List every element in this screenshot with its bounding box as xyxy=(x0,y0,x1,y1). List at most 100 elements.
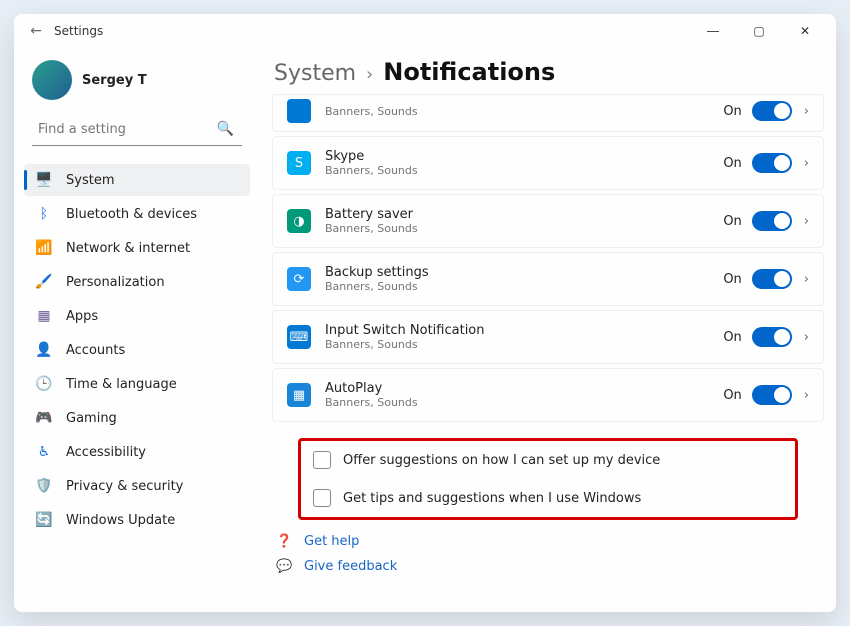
sidebar-item-apps[interactable]: ▦ Apps xyxy=(24,300,250,332)
bluetooth-icon: ᛒ xyxy=(34,204,54,224)
nav: 🖥️ System ᛒ Bluetooth & devices 📶 Network &… xyxy=(24,164,250,536)
checkbox-icon xyxy=(313,451,331,469)
help-links: ❓ Get help 💬 Give feedback xyxy=(276,534,824,574)
sidebar-item-accounts[interactable]: 👤Accounts xyxy=(24,334,250,366)
apps-icon: ▦ xyxy=(34,306,54,326)
sidebar-item-label: System xyxy=(66,173,114,188)
sidebar-item-label: Privacy & security xyxy=(66,479,183,494)
sidebar-item-label: Network & internet xyxy=(66,241,190,256)
toggle-switch[interactable] xyxy=(752,211,792,231)
sidebar-item-personalization[interactable]: 🖌️ Personalization xyxy=(24,266,250,298)
window-title: Settings xyxy=(54,24,103,38)
toggle-switch[interactable] xyxy=(752,101,792,121)
brush-icon: 🖌️ xyxy=(34,272,54,292)
sidebar-item-label: Time & language xyxy=(66,377,177,392)
toggle-state: On xyxy=(723,214,741,229)
app-text: SkypeBanners, Sounds xyxy=(325,149,723,177)
app-title: Input Switch Notification xyxy=(325,323,723,338)
app-text: AutoPlayBanners, Sounds xyxy=(325,381,723,409)
toggle-switch[interactable] xyxy=(752,269,792,289)
chevron-right-icon: › xyxy=(804,214,809,229)
gaming-icon: 🎮 xyxy=(34,408,54,428)
feedback-icon: 💬 xyxy=(276,559,294,574)
app-sub: Banners, Sounds xyxy=(325,396,723,409)
app-row[interactable]: S SkypeBanners, SoundsOn › xyxy=(272,136,824,190)
chevron-right-icon: › xyxy=(804,156,809,171)
sidebar-item-gaming[interactable]: 🎮Gaming xyxy=(24,402,250,434)
checkbox-label: Offer suggestions on how I can set up my… xyxy=(343,453,660,468)
maximize-button[interactable]: ▢ xyxy=(736,15,782,47)
app-row[interactable]: ▦AutoPlayBanners, SoundsOn› xyxy=(272,368,824,422)
sidebar-item-label: Windows Update xyxy=(66,513,175,528)
get-help-link[interactable]: ❓ Get help xyxy=(276,534,824,549)
app-title: Battery saver xyxy=(325,207,723,222)
breadcrumb: System › Notifications xyxy=(274,58,824,86)
app-title: Skype xyxy=(325,149,723,164)
sidebar-item-label: Personalization xyxy=(66,275,165,290)
toggle-state: On xyxy=(723,330,741,345)
chevron-right-icon: › xyxy=(804,388,809,403)
chevron-right-icon: › xyxy=(804,330,809,345)
toggle-switch[interactable] xyxy=(752,153,792,173)
sidebar-item-privacy[interactable]: 🛡️Privacy & security xyxy=(24,470,250,502)
app-icon xyxy=(287,99,311,123)
sidebar-item-windows-update[interactable]: 🔄 Windows Update xyxy=(24,504,250,536)
app-text: Input Switch NotificationBanners, Sounds xyxy=(325,323,723,351)
settings-window: ← Settings ― ▢ ✕ Sergey T 🔍 🖥️ System ᛒ Bl… xyxy=(14,14,836,612)
sidebar-item-label: Accessibility xyxy=(66,445,146,460)
app-icon: ⌨ xyxy=(287,325,311,349)
sidebar-item-bluetooth[interactable]: ᛒ Bluetooth & devices xyxy=(24,198,250,230)
app-sub: Banners, Sounds xyxy=(325,338,723,351)
minimize-button[interactable]: ― xyxy=(690,15,736,47)
search-icon: 🔍 xyxy=(217,121,234,137)
app-icon: ◑ xyxy=(287,209,311,233)
link-label: Get help xyxy=(304,534,359,549)
app-sub: Banners, Sounds xyxy=(325,164,723,177)
sidebar-item-accessibility[interactable]: ♿Accessibility xyxy=(24,436,250,468)
app-sub: Banners, Sounds xyxy=(325,105,723,118)
highlighted-box: Offer suggestions on how I can set up my… xyxy=(298,438,798,520)
app-icon: ▦ xyxy=(287,383,311,407)
system-icon: 🖥️ xyxy=(34,170,54,190)
app-icon: ⟳ xyxy=(287,267,311,291)
app-row[interactable]: ◑ Battery saverBanners, SoundsOn › xyxy=(272,194,824,248)
username: Sergey T xyxy=(82,73,147,88)
toggle-state: On xyxy=(723,272,741,287)
app-text: Battery saverBanners, Sounds xyxy=(325,207,723,235)
wifi-icon: 📶 xyxy=(34,238,54,258)
checkbox-setup-suggestions[interactable]: Offer suggestions on how I can set up my… xyxy=(313,451,783,469)
app-list: Banners, SoundsOn›SSkypeBanners, SoundsO… xyxy=(272,94,824,422)
app-title: AutoPlay xyxy=(325,381,723,396)
close-button[interactable]: ✕ xyxy=(782,15,828,47)
sidebar-item-system[interactable]: 🖥️ System xyxy=(24,164,250,196)
back-button[interactable]: ← xyxy=(22,23,50,39)
search: 🔍 xyxy=(32,114,242,146)
app-row[interactable]: ⌨ Input Switch NotificationBanners, Sound… xyxy=(272,310,824,364)
toggle-state: On xyxy=(723,156,741,171)
app-row[interactable]: ⟳Backup settingsBanners, SoundsOn› xyxy=(272,252,824,306)
sidebar-item-network[interactable]: 📶 Network & internet xyxy=(24,232,250,264)
app-icon: S xyxy=(287,151,311,175)
page-title: Notifications xyxy=(383,58,555,86)
give-feedback-link[interactable]: 💬 Give feedback xyxy=(276,559,824,574)
clock-icon: 🕒 xyxy=(34,374,54,394)
chevron-right-icon: › xyxy=(804,104,809,119)
search-input[interactable] xyxy=(32,114,242,146)
toggle-state: On xyxy=(723,104,741,119)
toggle-switch[interactable] xyxy=(752,327,792,347)
sidebar-item-label: Bluetooth & devices xyxy=(66,207,197,222)
app-row[interactable]: Banners, SoundsOn › xyxy=(272,94,824,132)
update-icon: 🔄 xyxy=(34,510,54,530)
checkbox-tips[interactable]: Get tips and suggestions when I use Wind… xyxy=(313,489,783,507)
sidebar-item-time[interactable]: 🕒 Time & language xyxy=(24,368,250,400)
chevron-right-icon: › xyxy=(804,272,809,287)
help-icon: ❓ xyxy=(276,534,294,549)
link-label: Give feedback xyxy=(304,559,397,574)
toggle-switch[interactable] xyxy=(752,385,792,405)
sidebar-item-label: Apps xyxy=(66,309,98,324)
chevron-right-icon: › xyxy=(366,64,373,85)
checkbox-icon xyxy=(313,489,331,507)
profile[interactable]: Sergey T xyxy=(24,54,250,114)
titlebar: ← Settings ― ▢ ✕ xyxy=(14,14,836,48)
breadcrumb-parent[interactable]: System xyxy=(274,61,356,86)
